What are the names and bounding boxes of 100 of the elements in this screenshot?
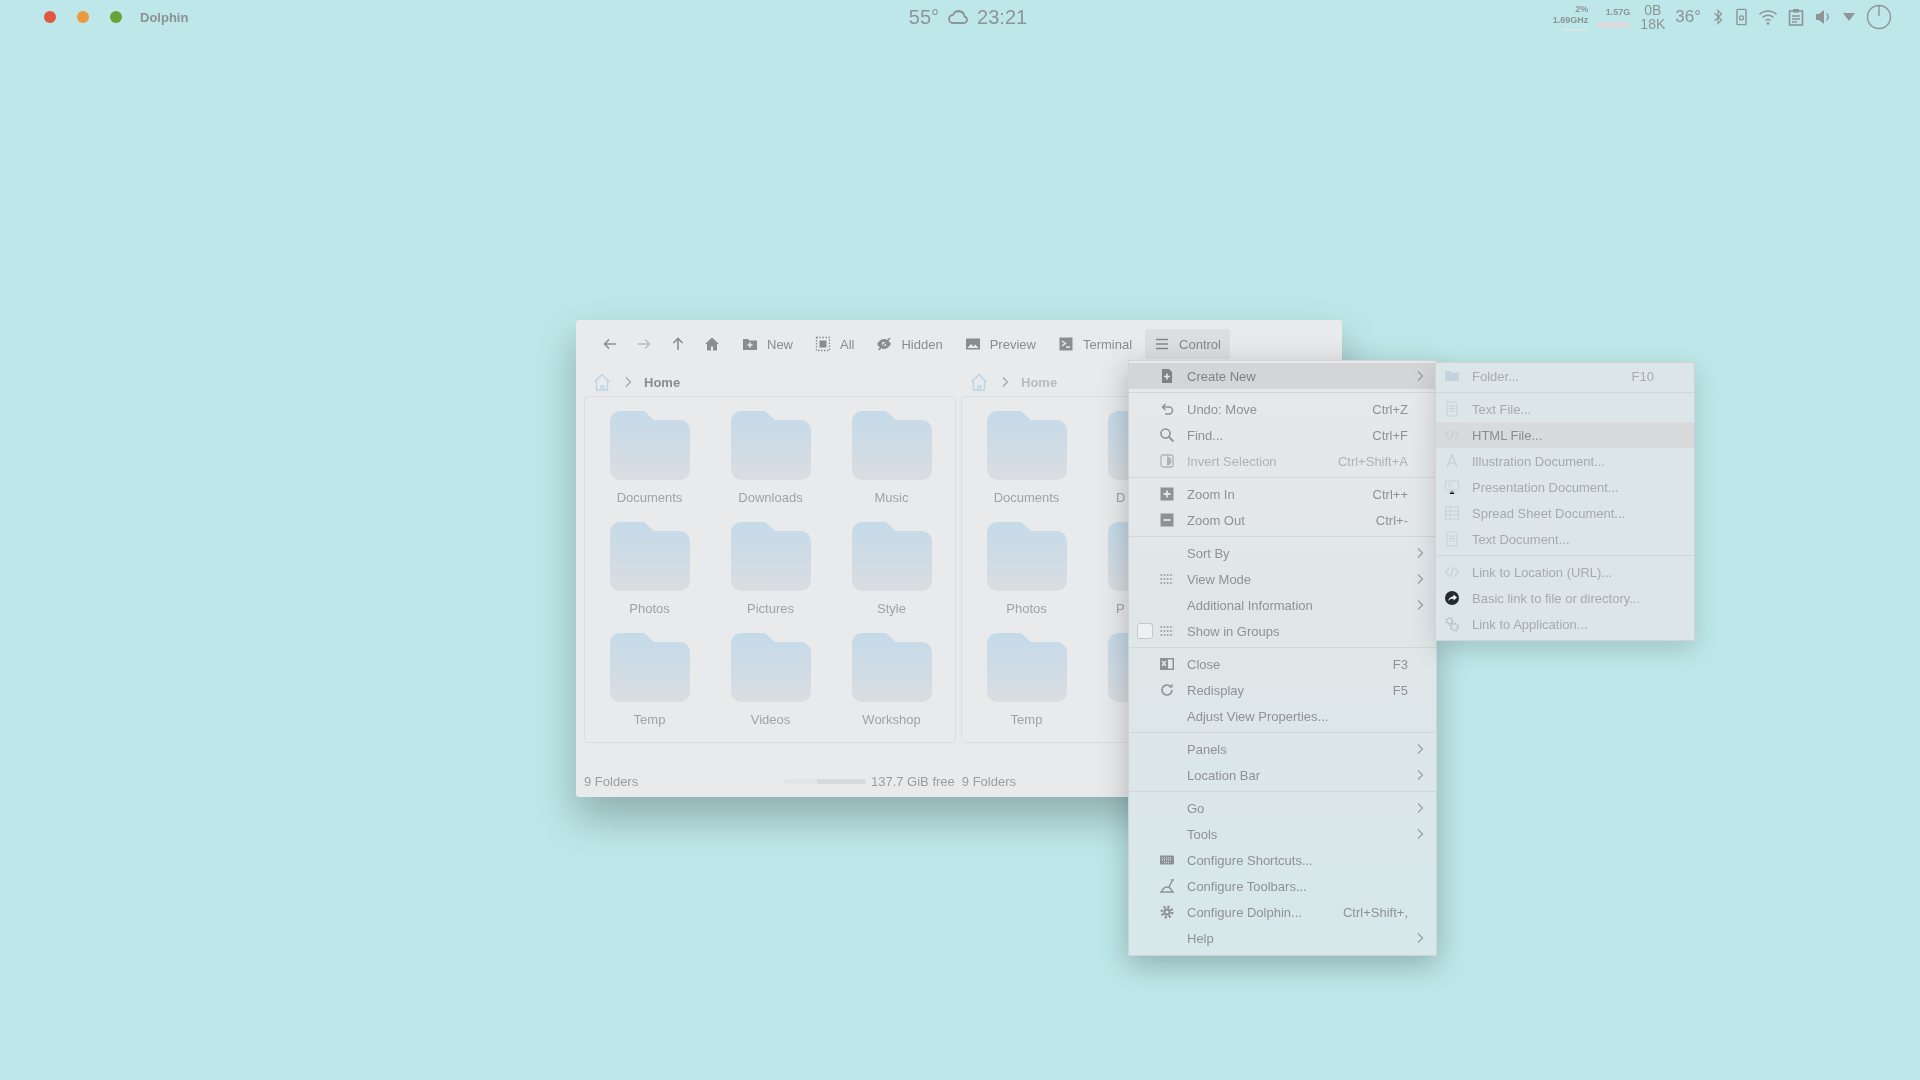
menu-item[interactable]: Sort By (1129, 540, 1436, 566)
menu-item[interactable]: Configure Dolphin... Ctrl+Shift+, (1129, 899, 1436, 925)
gears-icon (1444, 616, 1460, 632)
menu-item[interactable]: View Mode (1129, 566, 1436, 592)
cpu-temperature: 36° (1675, 7, 1701, 27)
toolbar-button[interactable]: Terminal (1048, 329, 1142, 359)
clock: 23:21 (977, 5, 1028, 29)
hidden-eye-icon (876, 336, 893, 352)
menu-item[interactable]: Tools (1129, 821, 1436, 847)
chevron-icon (1001, 376, 1009, 388)
menu-item[interactable]: HTML File... (1436, 422, 1694, 448)
folder-icon[interactable] (851, 522, 932, 592)
folder-icon[interactable] (609, 411, 690, 481)
minimize-window-dot[interactable] (77, 11, 89, 23)
weather-temperature: 55° (908, 5, 940, 29)
checkbox[interactable] (1137, 623, 1153, 639)
folder-name[interactable]: Videos (750, 712, 791, 727)
menu-item[interactable]: Create New (1129, 363, 1436, 389)
menu-item[interactable]: Help (1129, 925, 1436, 951)
memory-usage: 1.57G (1605, 6, 1631, 17)
folder-name[interactable]: Temp (1010, 712, 1043, 727)
preview-image-icon (964, 336, 981, 352)
folder-icon[interactable] (730, 522, 811, 592)
zoom-out-icon (1159, 512, 1175, 528)
folder-icon[interactable] (986, 411, 1067, 481)
folder-icon[interactable] (609, 522, 690, 592)
home-outline-icon[interactable] (592, 372, 612, 392)
wifi-icon[interactable] (1758, 8, 1778, 26)
toolbar-button[interactable]: New (733, 329, 802, 359)
toolbar-button[interactable]: Preview (955, 329, 1045, 359)
chevron-icon (1416, 932, 1424, 944)
menu-item[interactable]: Close F3 (1129, 651, 1436, 677)
folder-icon[interactable] (986, 522, 1067, 592)
folder-name[interactable]: Documents (616, 490, 683, 505)
folder-name[interactable]: Style (877, 601, 906, 616)
phone-icon[interactable] (1735, 8, 1748, 26)
folder-name[interactable]: P (1087, 601, 1125, 616)
menu-item[interactable]: Configure Toolbars... (1129, 873, 1436, 899)
menu-item[interactable]: Illustration Document... (1436, 448, 1694, 474)
menu-item[interactable]: Panels (1129, 736, 1436, 762)
menu-item[interactable]: Zoom In Ctrl++ (1129, 481, 1436, 507)
folder-name[interactable]: Photos (1006, 601, 1047, 616)
chevron-icon (1416, 370, 1424, 382)
menu-item[interactable]: Location Bar (1129, 762, 1436, 788)
menu-item[interactable]: Basic link to file or directory... (1436, 585, 1694, 611)
menu-item[interactable]: Text Document... (1436, 526, 1694, 552)
bluetooth-icon[interactable] (1711, 8, 1725, 26)
folder-name[interactable]: Downloads (738, 490, 803, 505)
maximize-window-dot[interactable] (110, 11, 122, 23)
chevron-icon (1416, 547, 1424, 559)
menu-item[interactable]: Show in Groups (1129, 618, 1436, 644)
dropdown-arrow-icon[interactable] (1842, 12, 1856, 22)
menu-item[interactable]: Zoom Out Ctrl+- (1129, 507, 1436, 533)
folder-name[interactable]: Music (874, 490, 909, 505)
menu-item[interactable]: Find... Ctrl+F (1129, 422, 1436, 448)
clipboard-icon[interactable] (1788, 8, 1804, 26)
select-all-icon (815, 336, 831, 352)
menu-item[interactable]: Presentation Document... (1436, 474, 1694, 500)
undo-icon (1159, 401, 1175, 417)
home-outline-icon[interactable] (969, 372, 989, 392)
folder-name[interactable]: Documents (993, 490, 1060, 505)
menu-item[interactable]: Spread Sheet Document... (1436, 500, 1694, 526)
folder-name[interactable]: Photos (629, 601, 670, 616)
folder-icon[interactable] (986, 633, 1067, 703)
menu-item[interactable]: Link to Application... (1436, 611, 1694, 637)
folder-name[interactable]: Pictures (747, 601, 794, 616)
menu-item[interactable]: Configure Shortcuts... (1129, 847, 1436, 873)
chevron-icon (1416, 802, 1424, 814)
back-arrow-icon (602, 336, 618, 352)
menu-item[interactable]: Text File... (1436, 396, 1694, 422)
grid-icon (1159, 571, 1175, 587)
menu-item[interactable]: Undo: Move Ctrl+Z (1129, 396, 1436, 422)
close-window-dot[interactable] (44, 11, 56, 23)
folder-icon[interactable] (609, 633, 690, 703)
menu-item[interactable]: Link to Location (URL)... (1436, 559, 1694, 585)
folder-name[interactable]: D (1087, 490, 1126, 505)
toolbar-button[interactable]: All (806, 329, 864, 359)
zoom-in-icon (1159, 486, 1175, 502)
folder-name[interactable]: Temp (633, 712, 666, 727)
menu-item[interactable]: Folder... F10 (1436, 363, 1694, 389)
toolbar-button[interactable]: Hidden (867, 329, 952, 359)
folder-icon[interactable] (851, 411, 932, 481)
menu-icon (1154, 336, 1171, 352)
folder-count: 9 Folders (961, 773, 1016, 789)
menu-item[interactable]: Redisplay F5 (1129, 677, 1436, 703)
folder-name[interactable]: Workshop (862, 712, 921, 727)
forward-arrow-icon (636, 336, 652, 352)
menu-item[interactable]: Additional Information (1129, 592, 1436, 618)
presentation-icon (1444, 479, 1460, 495)
menu-item[interactable]: Go (1129, 795, 1436, 821)
breadcrumb-item[interactable]: Home (644, 374, 681, 390)
power-icon[interactable] (1866, 4, 1892, 30)
folder-count: 9 Folders (584, 773, 639, 789)
folder-icon[interactable] (730, 411, 811, 481)
folder-icon[interactable] (851, 633, 932, 703)
menu-item[interactable]: Adjust View Properties... (1129, 703, 1436, 729)
speaker-icon[interactable] (1814, 8, 1832, 26)
folder-icon (1444, 368, 1460, 384)
folder-icon[interactable] (730, 633, 811, 703)
toolbar-button[interactable]: Control (1145, 329, 1230, 359)
